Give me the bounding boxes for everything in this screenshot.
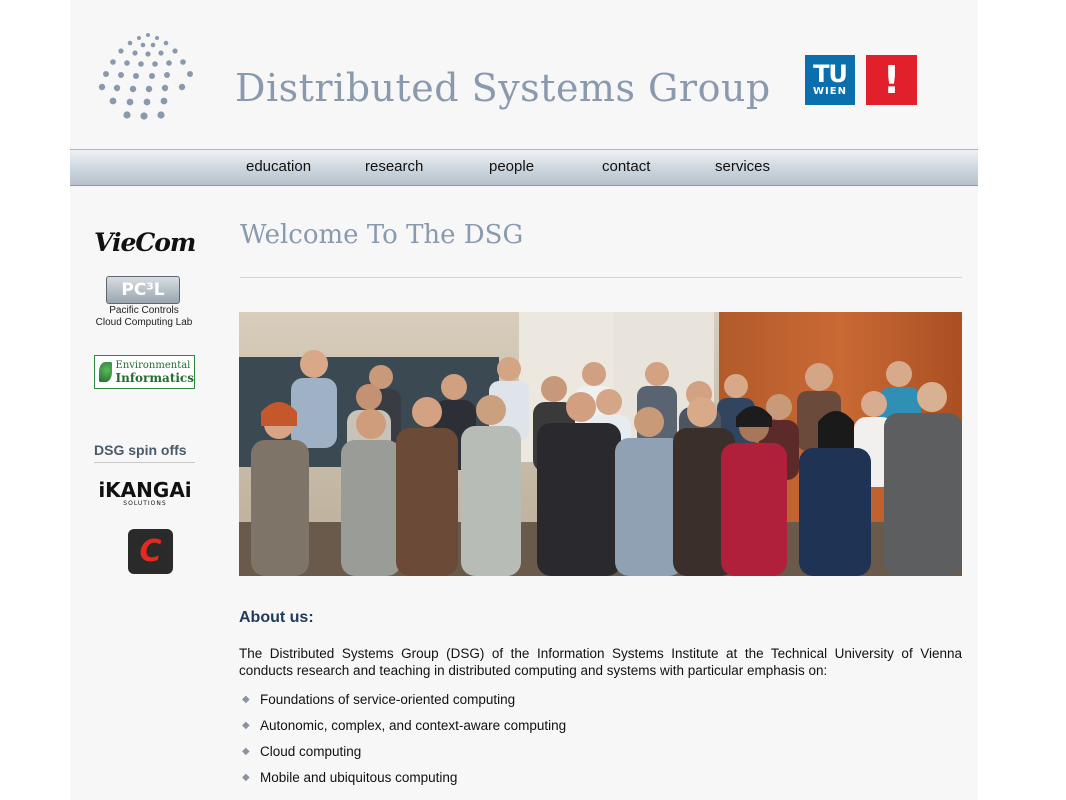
nav-education[interactable]: education bbox=[246, 158, 311, 175]
topics-list: ◆ Foundations of service-oriented computi… bbox=[239, 686, 566, 790]
diamond-bullet-icon: ◆ bbox=[242, 693, 250, 705]
env-info-line2: Informatics bbox=[115, 371, 194, 385]
ikangai-logo[interactable]: iKANGAi SOLUTIONS bbox=[93, 478, 197, 507]
list-item: ◆ Foundations of service-oriented computi… bbox=[239, 686, 566, 712]
nav-research[interactable]: research bbox=[365, 158, 423, 175]
tu-wien-logo[interactable]: TU WIEN bbox=[805, 55, 855, 105]
list-item: ◆ Autonomic, complex, and context-aware c… bbox=[239, 712, 566, 738]
topic-text: Autonomic, complex, and context-aware co… bbox=[260, 717, 567, 733]
list-item: ◆ Mobile and ubiquitous computing bbox=[239, 764, 566, 790]
nav-people[interactable]: people bbox=[489, 158, 534, 175]
site-title[interactable]: Distributed Systems Group bbox=[235, 66, 771, 110]
ikangai-name: iKANGAi bbox=[98, 478, 192, 502]
dsg-dots-logo[interactable] bbox=[96, 30, 206, 125]
spinoffs-heading: DSG spin offs bbox=[94, 442, 195, 463]
about-paragraph: The Distributed Systems Group (DSG) of t… bbox=[239, 646, 962, 678]
topic-text: Foundations of service-oriented computin… bbox=[260, 691, 516, 707]
diamond-bullet-icon: ◆ bbox=[242, 719, 250, 731]
diamond-bullet-icon: ◆ bbox=[242, 771, 250, 783]
environmental-informatics-logo[interactable]: Environmental Informatics bbox=[94, 355, 195, 389]
diamond-bullet-icon: ◆ bbox=[242, 745, 250, 757]
nav-services[interactable]: services bbox=[715, 158, 770, 175]
topic-text: Cloud computing bbox=[260, 743, 362, 759]
tu-logo-top: TU bbox=[813, 60, 848, 88]
spinoff-c-logo[interactable]: C bbox=[128, 529, 173, 574]
pc3l-caption[interactable]: Pacific Controls Cloud Computing Lab bbox=[86, 305, 202, 329]
nav-contact[interactable]: contact bbox=[602, 158, 650, 175]
topic-text: Mobile and ubiquitous computing bbox=[260, 769, 458, 785]
tu-logo-bottom: WIEN bbox=[813, 86, 847, 97]
title-divider bbox=[240, 277, 962, 278]
leaf-icon bbox=[99, 362, 112, 382]
pc3l-line1: Pacific Controls bbox=[109, 305, 179, 316]
page-title: Welcome To The DSG bbox=[240, 220, 524, 250]
about-heading: About us: bbox=[239, 609, 314, 626]
list-item: ◆ Cloud computing bbox=[239, 738, 566, 764]
viscom-logo[interactable]: VieCom bbox=[94, 228, 198, 257]
group-photo bbox=[239, 312, 962, 576]
pc3l-line2: Cloud Computing Lab bbox=[95, 317, 193, 328]
pc3l-logo[interactable]: PC³L bbox=[106, 276, 180, 304]
informatics-logo[interactable]: ! bbox=[866, 55, 917, 105]
